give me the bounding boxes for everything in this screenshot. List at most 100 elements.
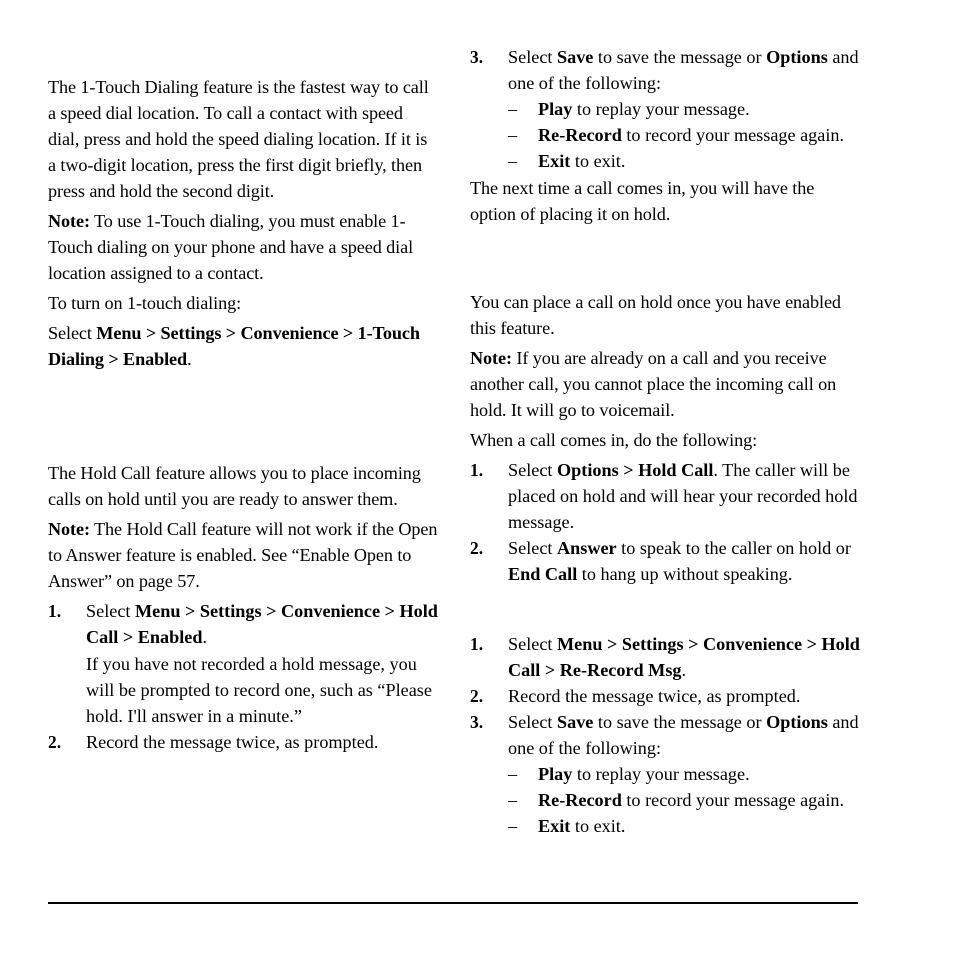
list-item: 1. Select Menu > Settings > Convenience … <box>470 631 860 683</box>
list-item-subtext: If you have not recorded a hold message,… <box>86 654 432 726</box>
step-text-part: to speak to the caller on hold or <box>616 538 851 558</box>
softkey-re-record: Re-Record <box>538 790 622 810</box>
list-item: – Play to replay your message. <box>470 761 860 787</box>
option-text: to record your message again. <box>621 125 845 145</box>
place-on-hold-note-paragraph: Note: If you are already on a call and y… <box>470 345 860 423</box>
list-item: 1. Select Menu > Settings > Convenience … <box>48 598 438 729</box>
list-item: – Re-Record to record your message again. <box>470 122 860 148</box>
re-record-message-step-list: 1. Select Menu > Settings > Convenience … <box>470 631 860 761</box>
softkey-end-call: End Call <box>508 564 578 584</box>
place-on-hold-lead-in: When a call comes in, do the following: <box>470 430 758 450</box>
place-on-hold-intro-paragraph: You can place a call on hold once you ha… <box>470 292 841 338</box>
step-text-part: Select <box>508 460 557 480</box>
list-number: 2. <box>48 732 62 752</box>
list-number: 2. <box>470 686 484 706</box>
list-number: 2. <box>470 538 484 558</box>
list-item: – Exit to exit. <box>470 813 860 839</box>
step-text-part: to save the message or <box>593 712 767 732</box>
menu-path: Menu > Settings > Convenience > Hold Cal… <box>86 601 438 647</box>
option-text: to exit. <box>570 151 626 171</box>
step-prefix: Select <box>86 601 135 621</box>
document-page: The 1-Touch Dialing feature is the faste… <box>0 0 954 954</box>
softkey-play: Play <box>538 99 573 119</box>
softkey-re-record: Re-Record <box>538 125 622 145</box>
step-text-part: Select <box>508 538 557 558</box>
list-item: – Exit to exit. <box>470 148 860 174</box>
softkey-save: Save <box>557 47 594 67</box>
dash-bullet-icon: – <box>508 125 518 145</box>
softkey-play: Play <box>538 764 573 784</box>
record-message-step-list-top: 3. Select Save to save the message or Op… <box>470 44 860 96</box>
option-text: to replay your message. <box>572 99 750 119</box>
list-item-text: Select Menu > Settings > Convenience > H… <box>508 631 860 683</box>
list-item: 3. Select Save to save the message or Op… <box>470 44 860 96</box>
list-number: 1. <box>470 634 484 654</box>
option-text: to exit. <box>570 816 626 836</box>
record-message-option-list-top: – Play to replay your message. – Re-Record… <box>470 96 860 174</box>
dash-bullet-icon: – <box>508 151 518 171</box>
list-item-text: Record the message twice, as prompted. <box>86 732 379 752</box>
list-item: 2. Record the message twice, as prompted… <box>470 683 860 709</box>
list-number: 3. <box>470 712 484 732</box>
softkey-options: Options <box>766 712 828 732</box>
step-text-part: to save the message or <box>593 47 767 67</box>
select-prefix: Select <box>48 323 97 343</box>
note-label: Note: <box>48 211 90 231</box>
note-body: To use 1-Touch dialing, you must enable … <box>48 211 414 283</box>
softkey-options: Options <box>766 47 828 67</box>
note-body: The Hold Call feature will not work if t… <box>48 519 438 591</box>
list-number: 3. <box>470 47 484 67</box>
place-on-hold-step-list: 1. Select Options > Hold Call. The calle… <box>470 457 860 587</box>
list-item-text: Select Menu > Settings > Convenience > H… <box>86 598 438 650</box>
one-touch-note-paragraph: Note: To use 1-Touch dialing, you must e… <box>48 208 438 286</box>
note-body: If you are already on a call and you rec… <box>470 348 837 420</box>
step-suffix: . <box>202 627 208 647</box>
step-text-part: Select <box>508 712 557 732</box>
re-record-message-option-list: – Play to replay your message. – Re-Record… <box>470 761 860 839</box>
one-touch-intro-paragraph: The 1-Touch Dialing feature is the faste… <box>48 77 429 201</box>
one-touch-lead-in: To turn on 1-touch dialing: <box>48 293 242 313</box>
list-item: 3. Select Save to save the message or Op… <box>470 709 860 761</box>
softkey-exit: Exit <box>538 151 571 171</box>
softkey-answer: Answer <box>557 538 617 558</box>
footer-divider <box>48 902 858 904</box>
list-number: 1. <box>48 601 62 621</box>
menu-path: Options > Hold Call <box>557 460 714 480</box>
left-column: The 1-Touch Dialing feature is the faste… <box>48 74 438 755</box>
hold-call-note-paragraph: Note: The Hold Call feature will not wor… <box>48 516 438 594</box>
hold-call-intro-paragraph: The Hold Call feature allows you to plac… <box>48 463 421 509</box>
select-suffix: . <box>187 349 192 369</box>
step-text-part: to hang up without speaking. <box>577 564 793 584</box>
list-item-text: Select Answer to speak to the caller on … <box>508 535 860 587</box>
list-item-text: Select Save to save the message or Optio… <box>508 44 860 96</box>
list-item: 2. Select Answer to speak to the caller … <box>470 535 860 587</box>
step-text-part: Select <box>508 47 557 67</box>
list-item: 2. Record the message twice, as prompted… <box>48 729 438 755</box>
list-item: 1. Select Options > Hold Call. The calle… <box>470 457 860 535</box>
dash-bullet-icon: – <box>508 99 518 119</box>
option-text: to replay your message. <box>572 764 750 784</box>
dash-bullet-icon: – <box>508 790 518 810</box>
softkey-exit: Exit <box>538 816 571 836</box>
softkey-save: Save <box>557 712 594 732</box>
list-item: – Play to replay your message. <box>470 96 860 122</box>
step-text-part: . <box>681 660 687 680</box>
record-message-closing-paragraph: The next time a call comes in, you will … <box>470 178 815 224</box>
note-label: Note: <box>470 348 512 368</box>
list-item-text: Select Options > Hold Call. The caller w… <box>508 457 860 535</box>
option-text: to record your message again. <box>621 790 845 810</box>
dash-bullet-icon: – <box>508 816 518 836</box>
list-item-text: Record the message twice, as prompted. <box>508 686 801 706</box>
step-text-part: Select <box>508 634 557 654</box>
list-number: 1. <box>470 460 484 480</box>
menu-path: Menu > Settings > Convenience > 1-Touch … <box>48 323 420 369</box>
hold-call-step-list: 1. Select Menu > Settings > Convenience … <box>48 598 438 755</box>
dash-bullet-icon: – <box>508 764 518 784</box>
one-touch-menu-path: Select Menu > Settings > Convenience > 1… <box>48 320 438 372</box>
note-label: Note: <box>48 519 90 539</box>
list-item: – Re-Record to record your message again. <box>470 787 860 813</box>
list-item-text: Select Save to save the message or Optio… <box>508 709 860 761</box>
